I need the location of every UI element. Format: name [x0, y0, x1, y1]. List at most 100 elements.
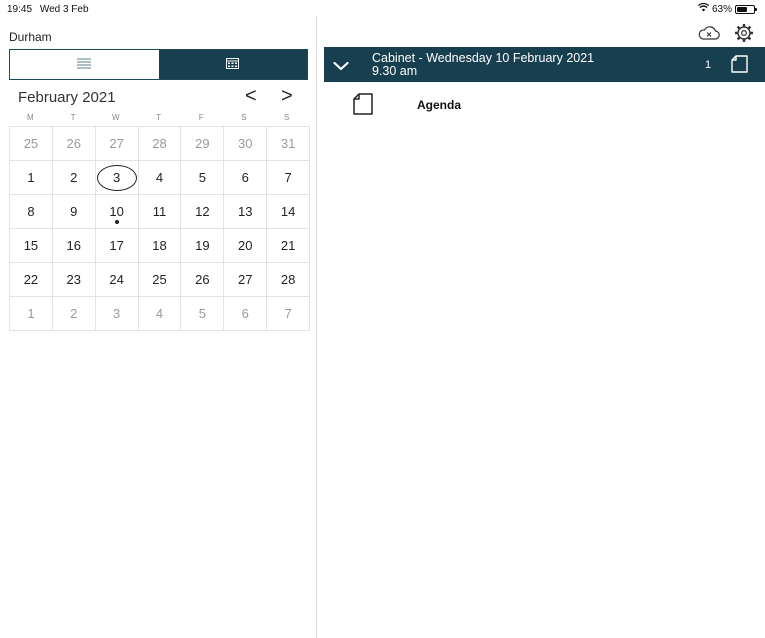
calendar-day[interactable]: 22: [10, 263, 53, 297]
calendar-day-number: 31: [280, 136, 296, 151]
calendar-day-number: 18: [152, 238, 167, 253]
calendar-month-label: February 2021: [18, 89, 116, 106]
status-time-date: 19:45 Wed 3 Feb: [7, 4, 89, 15]
calendar-day[interactable]: 19: [181, 229, 225, 263]
calendar-day[interactable]: 8: [10, 195, 53, 229]
calendar-day-number: 27: [109, 136, 124, 151]
calendar-day[interactable]: 11: [138, 195, 182, 229]
meeting-header[interactable]: Cabinet - Wednesday 10 February 2021 9.3…: [324, 47, 765, 82]
calendar-weekdays: M T W T F S S: [9, 113, 308, 122]
calendar-day-number: 2: [70, 170, 78, 185]
calendar-day[interactable]: 4: [138, 161, 182, 195]
calendar-day-number: 8: [27, 204, 35, 219]
weekday-label: T: [156, 113, 161, 122]
calendar-day[interactable]: 26: [52, 127, 96, 161]
calendar-day[interactable]: 26: [181, 263, 225, 297]
calendar-day-number: 22: [23, 272, 39, 287]
calendar-day[interactable]: 2: [52, 161, 96, 195]
calendar-day[interactable]: 17: [95, 229, 139, 263]
document-row-agenda[interactable]: Agenda: [324, 90, 765, 120]
calendar-day[interactable]: 20: [224, 229, 268, 263]
calendar-day[interactable]: 13: [224, 195, 268, 229]
calendar-day-number: 19: [195, 238, 210, 253]
calendar-day-number: 5: [198, 306, 206, 321]
meeting-title-line1: Cabinet - Wednesday 10 February 2021: [372, 51, 595, 65]
calendar-day-number: 10: [109, 204, 124, 219]
calendar-day-number: 29: [195, 136, 210, 151]
calendar-day-number: 7: [284, 170, 292, 185]
calendar-day[interactable]: 27: [224, 263, 268, 297]
calendar-view-button[interactable]: [158, 50, 307, 79]
calendar-day[interactable]: 7: [267, 161, 311, 195]
status-time: 19:45: [7, 4, 33, 15]
calendar-day[interactable]: 18: [138, 229, 182, 263]
calendar-week: 8 9 10 11 12 13 14: [10, 195, 311, 229]
calendar-day[interactable]: 1: [10, 297, 53, 331]
calendar-day[interactable]: 29: [181, 127, 225, 161]
calendar-day[interactable]: 6: [224, 161, 268, 195]
calendar-day-number: 24: [109, 272, 124, 287]
calendar-day-number: 9: [70, 204, 78, 219]
calendar-day[interactable]: 7: [267, 297, 311, 331]
calendar-day[interactable]: 30: [224, 127, 268, 161]
calendar-day-with-event[interactable]: 10: [95, 195, 139, 229]
calendar-day[interactable]: 21: [267, 229, 311, 263]
battery-percent: 63%: [711, 3, 732, 15]
settings-button[interactable]: [731, 20, 757, 46]
next-month-button[interactable]: >: [281, 86, 293, 106]
calendar-day[interactable]: 1: [10, 161, 53, 195]
document-count: 1: [705, 59, 712, 71]
calendar-day[interactable]: 5: [181, 161, 225, 195]
calendar-day-number: 4: [155, 170, 164, 185]
calendar-day-number: 23: [66, 272, 82, 287]
calendar-day-number: 26: [66, 136, 82, 151]
calendar-day[interactable]: 27: [95, 127, 139, 161]
calendar-day[interactable]: 25: [10, 127, 53, 161]
view-toggle: [9, 49, 308, 80]
calendar-day[interactable]: 15: [10, 229, 53, 263]
calendar-day[interactable]: 5: [181, 297, 225, 331]
calendar-day[interactable]: 23: [52, 263, 96, 297]
calendar-day-number: 1: [27, 306, 35, 321]
calendar-day-number: 21: [280, 238, 296, 253]
calendar-day[interactable]: 28: [267, 263, 311, 297]
document-icon: [352, 92, 374, 121]
calendar-day-number: 7: [284, 306, 292, 321]
calendar-day-number: 17: [109, 238, 124, 253]
calendar-day-number: 30: [237, 136, 253, 151]
weekday-label: F: [198, 113, 204, 122]
calendar-day[interactable]: 4: [138, 297, 182, 331]
battery-fill: [737, 6, 747, 12]
calendar-day-number: 11: [152, 204, 167, 219]
calendar-day[interactable]: 9: [52, 195, 96, 229]
calendar-day-number: 20: [237, 238, 253, 253]
calendar-day[interactable]: 16: [52, 229, 96, 263]
weekday-label: T: [70, 113, 76, 122]
calendar-week: 25 26 27 28 29 30 31: [10, 127, 311, 161]
calendar-day[interactable]: 12: [181, 195, 225, 229]
calendar-day[interactable]: 14: [267, 195, 311, 229]
calendar-day[interactable]: 3: [95, 297, 139, 331]
weekday-label: M: [27, 113, 34, 122]
calendar-day-number: 25: [23, 136, 39, 151]
calendar-week: 1 2 3 4 5 6 7: [10, 161, 311, 195]
list-view-icon: [77, 56, 92, 74]
list-view-button[interactable]: [10, 50, 159, 79]
calendar-day[interactable]: 24: [95, 263, 139, 297]
calendar-day[interactable]: 31: [267, 127, 311, 161]
cloud-offline-button[interactable]: [696, 20, 722, 46]
chevron-down-icon: [333, 58, 349, 76]
weekday-label: W: [112, 113, 120, 122]
document-icon: [730, 54, 750, 79]
calendar-day-today[interactable]: 3: [95, 161, 139, 195]
calendar-day[interactable]: 25: [138, 263, 182, 297]
calendar-week: 1 2 3 4 5 6 7: [10, 297, 311, 331]
calendar-day[interactable]: 28: [138, 127, 182, 161]
calendar-day[interactable]: 6: [224, 297, 268, 331]
calendar-day-number: 25: [152, 272, 167, 287]
weekday-label: S: [241, 113, 247, 122]
previous-month-button[interactable]: <: [245, 86, 257, 106]
calendar-grid: 25 26 27 28 29 30 31 1 2 3 4 5 6 7 8 9 10 11 12 13 14 15 16 17 1…: [9, 126, 311, 331]
event-dot-indicator: [114, 220, 119, 224]
calendar-day[interactable]: 2: [52, 297, 96, 331]
